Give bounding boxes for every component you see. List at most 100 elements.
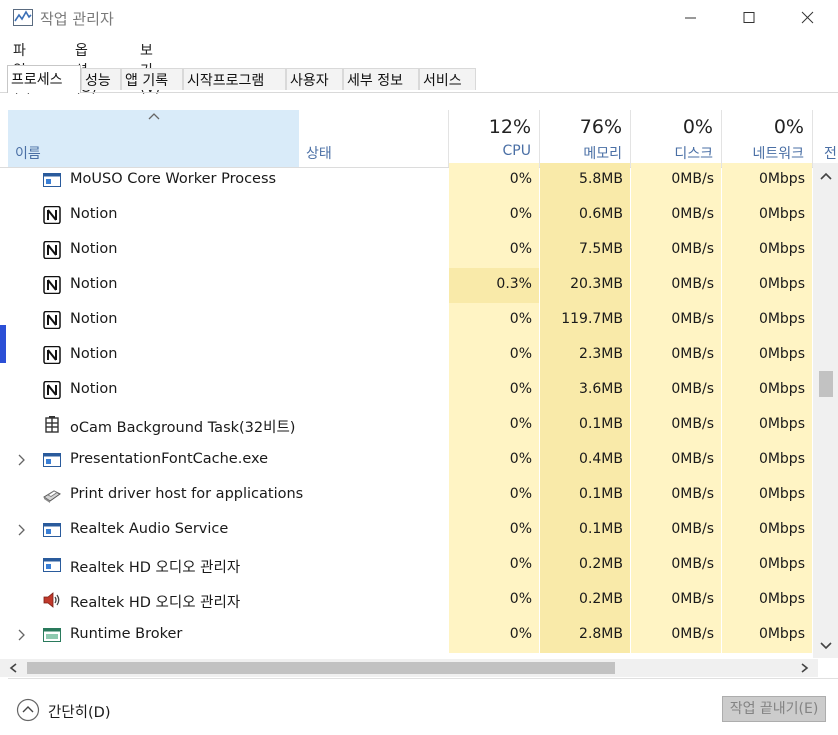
process-row[interactable]: PresentationFontCache.exe 0% 0.4MB 0MB/s… bbox=[0, 443, 812, 478]
process-row[interactable]: Print driver host for applications 0% 0.… bbox=[0, 478, 812, 513]
process-network: 0Mbps bbox=[758, 486, 805, 502]
process-row[interactable]: Notion 0% 119.7MB 0MB/s 0Mbps bbox=[0, 303, 812, 338]
scroll-up-arrow-icon[interactable] bbox=[819, 171, 833, 181]
fewer-details-link[interactable]: 간단히(D) bbox=[48, 701, 111, 722]
tab-details[interactable]: 세부 정보 bbox=[343, 68, 419, 90]
process-row[interactable]: Notion 0% 2.3MB 0MB/s 0Mbps bbox=[0, 338, 812, 373]
speaker-icon bbox=[43, 592, 60, 608]
cpu-total: 12% bbox=[488, 116, 531, 138]
column-divider bbox=[812, 110, 813, 167]
end-task-button[interactable]: 작업 끝내기(E) bbox=[722, 696, 826, 722]
notion-icon bbox=[43, 311, 61, 329]
task-manager-icon bbox=[13, 9, 33, 26]
column-memory[interactable]: 메모리 bbox=[540, 143, 622, 163]
tab-startup[interactable]: 시작프로그램 bbox=[183, 68, 286, 90]
title-bar[interactable]: 작업 관리자 bbox=[0, 0, 838, 36]
vertical-scrollbar[interactable] bbox=[813, 163, 838, 658]
expand-chevron-icon[interactable] bbox=[15, 524, 27, 536]
expand-chevron-icon[interactable] bbox=[15, 629, 27, 641]
process-network: 0Mbps bbox=[758, 521, 805, 537]
tab-performance[interactable]: 성능 bbox=[81, 68, 121, 90]
process-cpu: 0% bbox=[509, 241, 532, 257]
process-row[interactable]: Notion 0.3% 20.3MB 0MB/s 0Mbps bbox=[0, 268, 812, 303]
process-row[interactable]: Notion 0% 7.5MB 0MB/s 0Mbps bbox=[0, 233, 812, 268]
process-disk: 0MB/s bbox=[671, 346, 714, 362]
horizontal-scrollbar[interactable] bbox=[0, 659, 818, 677]
process-name: Realtek HD 오디오 관리자 bbox=[70, 560, 241, 576]
process-cpu: 0% bbox=[509, 206, 532, 222]
process-disk: 0MB/s bbox=[671, 521, 714, 537]
process-disk: 0MB/s bbox=[671, 206, 714, 222]
process-name: oCam Background Task(32비트) bbox=[70, 420, 296, 436]
process-network: 0Mbps bbox=[758, 206, 805, 222]
process-network: 0Mbps bbox=[758, 381, 805, 397]
process-memory: 2.8MB bbox=[579, 626, 623, 642]
process-memory: 0.6MB bbox=[579, 206, 623, 222]
process-memory: 5.8MB bbox=[579, 171, 623, 187]
process-memory: 2.3MB bbox=[579, 346, 623, 362]
minimize-button[interactable] bbox=[660, 0, 720, 36]
process-disk: 0MB/s bbox=[671, 486, 714, 502]
window-app-icon bbox=[43, 523, 61, 537]
expand-chevron-icon[interactable] bbox=[15, 454, 27, 466]
process-network: 0Mbps bbox=[758, 416, 805, 432]
column-status[interactable]: 상태 bbox=[306, 143, 332, 163]
column-power[interactable]: 전 bbox=[824, 143, 837, 163]
window-app-icon bbox=[43, 628, 61, 642]
process-name: PresentationFontCache.exe bbox=[70, 451, 269, 467]
process-network: 0Mbps bbox=[758, 451, 805, 467]
sort-ascending-icon bbox=[148, 113, 160, 120]
notion-icon bbox=[43, 381, 61, 399]
process-cpu: 0% bbox=[509, 591, 532, 607]
process-network: 0Mbps bbox=[758, 171, 805, 187]
process-memory: 20.3MB bbox=[570, 276, 623, 292]
process-name: Print driver host for applications bbox=[70, 486, 304, 502]
process-cpu: 0% bbox=[509, 346, 532, 362]
horizontal-scroll-thumb[interactable] bbox=[27, 662, 615, 674]
process-name: MoUSO Core Worker Process bbox=[70, 171, 277, 187]
tab-users[interactable]: 사용자 bbox=[286, 68, 343, 90]
collapse-up-icon[interactable] bbox=[16, 698, 40, 722]
process-name: Notion bbox=[70, 241, 118, 257]
process-disk: 0MB/s bbox=[671, 416, 714, 432]
footer-bar: 간단히(D) 작업 끝내기(E) bbox=[0, 678, 838, 735]
tab-app-history[interactable]: 앱 기록 bbox=[121, 68, 183, 90]
scroll-right-arrow-icon[interactable] bbox=[800, 663, 809, 673]
column-disk[interactable]: 디스크 bbox=[631, 143, 713, 163]
scroll-down-arrow-icon[interactable] bbox=[819, 641, 833, 651]
column-cpu[interactable]: CPU bbox=[449, 143, 531, 159]
process-row[interactable]: Notion 0% 0.6MB 0MB/s 0Mbps bbox=[0, 198, 812, 233]
column-name[interactable] bbox=[8, 110, 299, 167]
process-memory: 0.1MB bbox=[579, 486, 623, 502]
process-list: MoUSO Core Worker Process 0% 5.8MB 0MB/s… bbox=[0, 163, 838, 658]
process-name: Notion bbox=[70, 311, 118, 327]
process-row[interactable]: Realtek HD 오디오 관리자 0% 0.2MB 0MB/s 0Mbps bbox=[0, 583, 812, 618]
notion-icon bbox=[43, 241, 61, 259]
process-cpu: 0% bbox=[509, 311, 532, 327]
vertical-scroll-thumb[interactable] bbox=[819, 371, 833, 397]
column-network[interactable]: 네트워크 bbox=[722, 143, 804, 163]
footer-divider bbox=[8, 678, 838, 679]
process-row[interactable]: Notion 0% 3.6MB 0MB/s 0Mbps bbox=[0, 373, 812, 408]
process-disk: 0MB/s bbox=[671, 626, 714, 642]
process-disk: 0MB/s bbox=[671, 311, 714, 327]
maximize-button[interactable] bbox=[719, 0, 779, 36]
process-row[interactable]: MoUSO Core Worker Process 0% 5.8MB 0MB/s… bbox=[0, 163, 812, 198]
scroll-left-arrow-icon[interactable] bbox=[9, 663, 18, 673]
tab-processes[interactable]: 프로세스 bbox=[7, 65, 81, 93]
close-button[interactable] bbox=[778, 0, 838, 36]
ocam-icon bbox=[45, 416, 59, 433]
process-row[interactable]: Realtek HD 오디오 관리자 0% 0.2MB 0MB/s 0Mbps bbox=[0, 548, 812, 583]
column-name-label: 이름 bbox=[15, 146, 41, 162]
process-row[interactable]: Runtime Broker 0% 2.8MB 0MB/s 0Mbps bbox=[0, 618, 812, 653]
process-disk: 0MB/s bbox=[671, 451, 714, 467]
tab-services[interactable]: 서비스 bbox=[419, 68, 476, 90]
process-row[interactable]: oCam Background Task(32비트) 0% 0.1MB 0MB/… bbox=[0, 408, 812, 443]
process-network: 0Mbps bbox=[758, 556, 805, 572]
process-memory: 7.5MB bbox=[579, 241, 623, 257]
network-total: 0% bbox=[773, 116, 804, 138]
process-disk: 0MB/s bbox=[671, 171, 714, 187]
column-header: 이름 상태 12% CPU 76% 메모리 0% 디스크 0% 네트워크 전 bbox=[0, 110, 838, 168]
process-row[interactable]: Realtek Audio Service 0% 0.1MB 0MB/s 0Mb… bbox=[0, 513, 812, 548]
process-network: 0Mbps bbox=[758, 276, 805, 292]
